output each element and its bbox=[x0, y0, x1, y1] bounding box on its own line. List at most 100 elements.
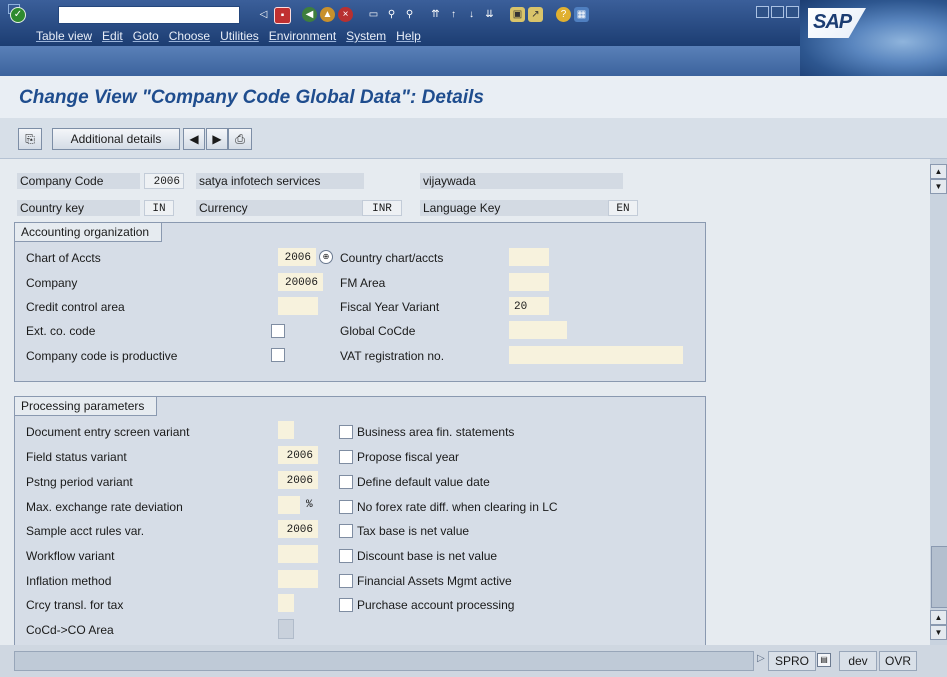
print-icon[interactable]: ▭ bbox=[366, 7, 381, 22]
page-title: Change View "Company Code Global Data": … bbox=[19, 87, 484, 108]
command-history-icon[interactable]: ▤ bbox=[224, 9, 233, 19]
status-transaction: SPRO bbox=[768, 651, 816, 671]
discount-base-net-checkbox[interactable] bbox=[339, 549, 353, 563]
language-key-value: EN bbox=[608, 200, 638, 216]
chart-of-accts-input[interactable]: 2006 bbox=[278, 248, 316, 266]
no-forex-diff-checkbox[interactable] bbox=[339, 500, 353, 514]
global-cocde-label: Global CoCde bbox=[340, 324, 416, 338]
credit-control-area-input[interactable] bbox=[278, 297, 318, 315]
menu-table-view[interactable]: Table view bbox=[36, 29, 92, 43]
purchase-account-label: Purchase account processing bbox=[357, 598, 515, 612]
ext-co-code-label: Ext. co. code bbox=[26, 324, 96, 338]
command-field[interactable] bbox=[58, 6, 240, 24]
status-message-area bbox=[14, 651, 754, 671]
purchase-account-checkbox[interactable] bbox=[339, 598, 353, 612]
business-area-checkbox[interactable] bbox=[339, 425, 353, 439]
first-page-icon[interactable]: ⇈ bbox=[428, 7, 443, 22]
shortcut-icon[interactable]: ↗ bbox=[528, 7, 543, 22]
menu-utilities[interactable]: Utilities bbox=[220, 29, 259, 43]
accounting-organization-title: Accounting organization bbox=[15, 223, 163, 242]
maximize-button[interactable] bbox=[771, 6, 784, 18]
cocd-co-area-field bbox=[278, 619, 294, 639]
inflation-method-input[interactable] bbox=[278, 570, 318, 588]
menu-system[interactable]: System bbox=[346, 29, 386, 43]
vat-registration-input[interactable] bbox=[509, 346, 683, 364]
scroll-page-up-icon[interactable]: ▲ bbox=[930, 610, 947, 625]
company-code-productive-checkbox[interactable] bbox=[271, 348, 285, 362]
default-value-date-label: Define default value date bbox=[357, 475, 490, 489]
menu-choose[interactable]: Choose bbox=[169, 29, 210, 43]
financial-assets-checkbox[interactable] bbox=[339, 574, 353, 588]
search-help-icon[interactable]: ⊕ bbox=[319, 250, 333, 264]
menu-goto[interactable]: Goto bbox=[133, 29, 159, 43]
company-label: Company bbox=[26, 276, 78, 290]
default-value-date-checkbox[interactable] bbox=[339, 475, 353, 489]
back-icon[interactable]: ◀ bbox=[302, 7, 317, 22]
status-toggle-icon[interactable]: ▷ bbox=[757, 653, 765, 664]
scroll-page-down-icon[interactable]: ▼ bbox=[930, 179, 947, 194]
layout-menu-icon[interactable]: ▦ bbox=[574, 7, 589, 22]
next-page-icon[interactable]: ↓ bbox=[464, 7, 479, 22]
no-forex-diff-label: No forex rate diff. when clearing in LC bbox=[357, 500, 558, 514]
field-status-variant-input[interactable]: 2006 bbox=[278, 446, 318, 464]
menu-help[interactable]: Help bbox=[396, 29, 421, 43]
find-next-icon[interactable]: ⚲ bbox=[402, 7, 417, 22]
back-arrow-small-icon[interactable]: ◁ bbox=[256, 7, 271, 22]
crcy-transl-tax-input[interactable] bbox=[278, 594, 294, 612]
find-icon[interactable]: ⚲ bbox=[384, 7, 399, 22]
menu-edit[interactable]: Edit bbox=[102, 29, 123, 43]
currency-label: Currency bbox=[196, 200, 364, 216]
menu-bar: Table view Edit Goto Choose Utilities En… bbox=[36, 29, 421, 43]
scroll-down-icon[interactable]: ▼ bbox=[930, 625, 947, 640]
max-exchange-rate-input[interactable] bbox=[278, 496, 300, 514]
status-mode[interactable]: OVR bbox=[879, 651, 917, 671]
propose-fiscal-year-label: Propose fiscal year bbox=[357, 450, 460, 464]
display-change-button[interactable]: ⎘ bbox=[18, 128, 42, 150]
workflow-variant-label: Workflow variant bbox=[26, 549, 115, 563]
help-icon[interactable]: ? bbox=[556, 7, 571, 22]
fiscal-year-variant-label: Fiscal Year Variant bbox=[340, 300, 440, 314]
company-input[interactable]: 20006 bbox=[278, 273, 323, 291]
business-area-label: Business area fin. statements bbox=[357, 425, 515, 439]
tax-base-net-checkbox[interactable] bbox=[339, 524, 353, 538]
fiscal-year-variant-input[interactable]: 20 bbox=[509, 297, 549, 315]
max-exchange-rate-label: Max. exchange rate deviation bbox=[26, 500, 183, 514]
country-key-label: Country key bbox=[17, 200, 140, 216]
enter-check-icon[interactable]: ✓ bbox=[10, 7, 26, 23]
close-window-button[interactable] bbox=[786, 6, 799, 18]
next-entry-button[interactable]: ▶ bbox=[206, 128, 228, 150]
global-cocde-input[interactable] bbox=[509, 321, 567, 339]
field-status-variant-label: Field status variant bbox=[26, 450, 127, 464]
print-view-button[interactable]: ⎙ bbox=[228, 128, 252, 150]
status-info-icon[interactable]: ▤ bbox=[817, 653, 831, 667]
scroll-thumb[interactable] bbox=[931, 546, 947, 608]
additional-details-button[interactable]: Additional details bbox=[52, 128, 180, 150]
country-chart-label: Country chart/accts bbox=[340, 251, 444, 265]
credit-control-area-label: Credit control area bbox=[26, 300, 125, 314]
sap-logo-text: SAP bbox=[813, 11, 852, 33]
menu-environment[interactable]: Environment bbox=[269, 29, 336, 43]
exit-icon[interactable]: ▲ bbox=[320, 7, 335, 22]
fm-area-input[interactable] bbox=[509, 273, 549, 291]
last-page-icon[interactable]: ⇊ bbox=[482, 7, 497, 22]
country-chart-input[interactable] bbox=[509, 248, 549, 266]
country-key-value: IN bbox=[144, 200, 174, 216]
sample-acct-rules-input[interactable]: 2006 bbox=[278, 520, 318, 538]
doc-entry-variant-input[interactable] bbox=[278, 421, 294, 439]
cancel-icon[interactable]: × bbox=[338, 7, 353, 22]
workflow-variant-input[interactable] bbox=[278, 545, 318, 563]
language-key-label: Language Key bbox=[420, 200, 608, 216]
pstng-period-variant-input[interactable]: 2006 bbox=[278, 471, 318, 489]
create-session-icon[interactable]: ▣ bbox=[510, 7, 525, 22]
inflation-method-label: Inflation method bbox=[26, 574, 112, 588]
previous-page-icon[interactable]: ↑ bbox=[446, 7, 461, 22]
ext-co-code-checkbox[interactable] bbox=[271, 324, 285, 338]
scroll-up-icon[interactable]: ▲ bbox=[930, 164, 947, 179]
propose-fiscal-year-checkbox[interactable] bbox=[339, 450, 353, 464]
company-code-value: 2006 bbox=[144, 173, 184, 189]
previous-entry-button[interactable]: ◀ bbox=[183, 128, 205, 150]
minimize-button[interactable] bbox=[756, 6, 769, 18]
currency-value: INR bbox=[362, 200, 402, 216]
cocd-co-area-label: CoCd->CO Area bbox=[26, 623, 114, 637]
save-icon[interactable]: ▪ bbox=[274, 7, 291, 24]
